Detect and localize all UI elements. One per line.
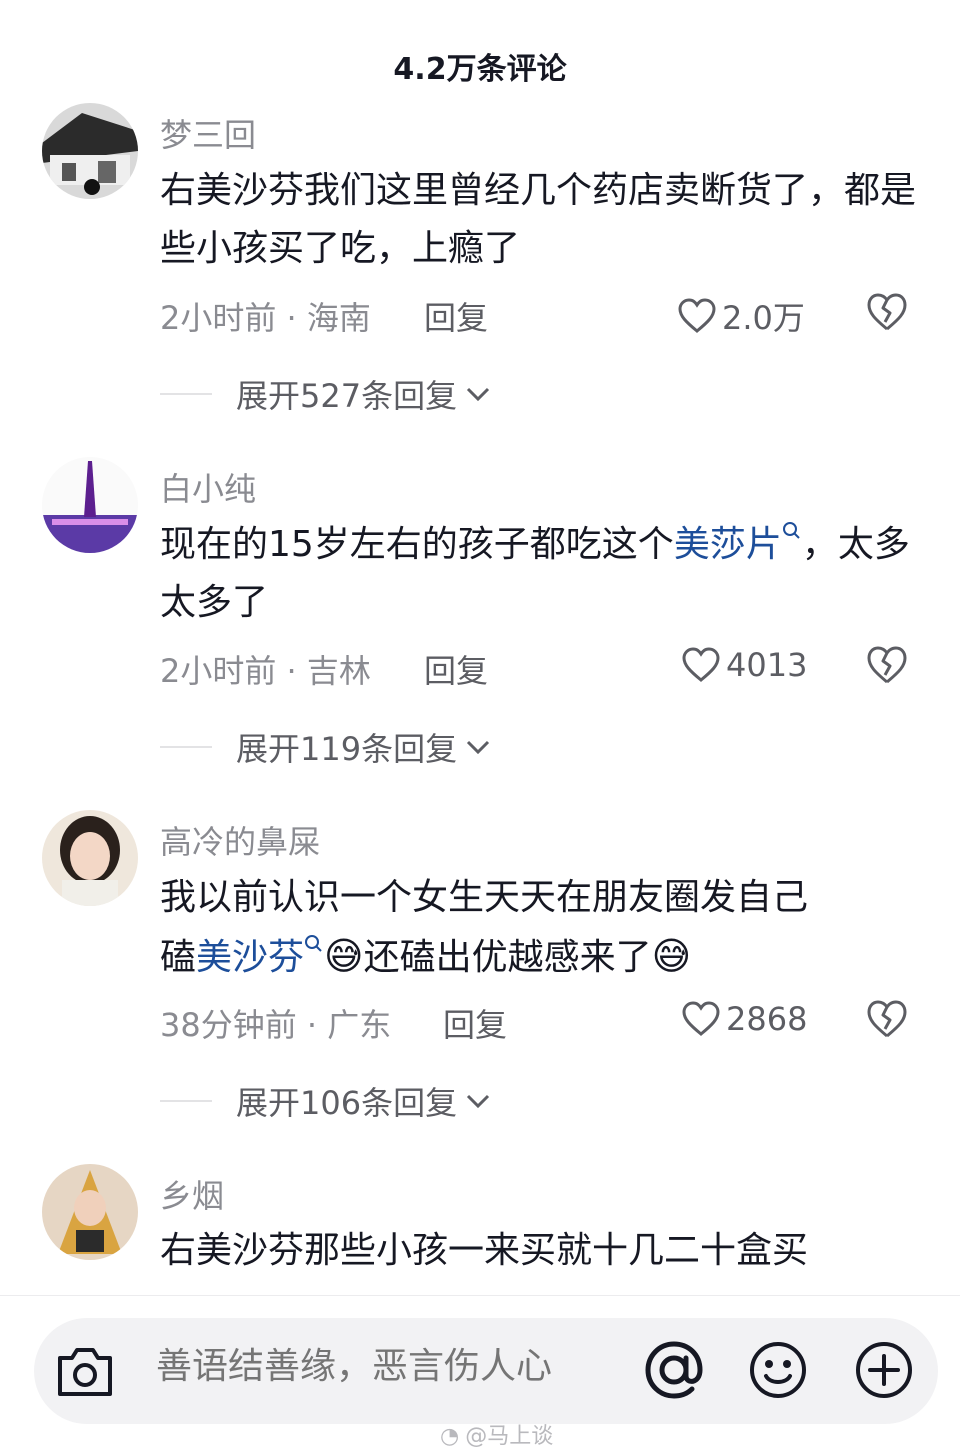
chevron-down-icon bbox=[467, 1094, 490, 1109]
chevron-down-icon bbox=[467, 387, 490, 402]
comment-time-location: 38分钟前 · 广东 bbox=[160, 1006, 392, 1044]
username[interactable]: 乡烟 bbox=[160, 1171, 224, 1217]
like-button[interactable]: 4013 bbox=[682, 646, 807, 684]
comment-text: 我以前认识一个女生天天在朋友圈发自己 bbox=[160, 877, 809, 918]
comment-text: 还磕出优越感来了 bbox=[363, 937, 652, 978]
expand-label: 展开119条回复 bbox=[236, 730, 458, 768]
avatar[interactable] bbox=[42, 457, 138, 553]
username[interactable]: 梦三回 bbox=[160, 110, 256, 156]
broken-heart-icon[interactable] bbox=[866, 645, 908, 685]
comment-input[interactable] bbox=[156, 1346, 616, 1387]
search-keyword-link[interactable]: 美沙芬 bbox=[196, 937, 304, 978]
comment-content: 现在的15岁左右的孩子都吃这个美莎片 ，太多太多了 bbox=[160, 516, 920, 632]
comment-content: 我以前认识一个女生天天在朋友圈发自己 磕美沙芬 😅还磕出优越感来了😅 bbox=[160, 869, 920, 987]
avatar[interactable] bbox=[42, 103, 138, 199]
sweat-smile-emoji: 😅 bbox=[324, 934, 364, 978]
divider-line bbox=[160, 746, 212, 748]
expand-label: 展开106条回复 bbox=[236, 1084, 458, 1122]
expand-replies-button[interactable]: 展开119条回复 bbox=[160, 724, 493, 770]
comment-input-bar bbox=[34, 1318, 938, 1424]
emoji-icon[interactable] bbox=[746, 1338, 810, 1402]
watermark-text: @马上谈 bbox=[465, 1424, 554, 1449]
at-icon[interactable] bbox=[640, 1336, 708, 1404]
reply-button[interactable]: 回复 bbox=[443, 1000, 507, 1046]
watermark: ◔ @马上谈 bbox=[440, 1418, 553, 1450]
sweat-smile-emoji: 😅 bbox=[651, 934, 692, 978]
like-count: 2868 bbox=[726, 1000, 808, 1038]
search-keyword-link[interactable]: 美莎片 bbox=[674, 524, 782, 565]
comment-content: 右美沙芬我们这里曾经几个药店卖断货了，都是些小孩买了吃，上瘾了 bbox=[160, 162, 920, 278]
like-button[interactable]: 2868 bbox=[682, 1000, 807, 1038]
comment-text: 现在的15岁左右的孩子都吃这个 bbox=[160, 524, 674, 565]
heart-icon bbox=[678, 298, 716, 333]
chevron-down-icon bbox=[467, 740, 490, 755]
search-icon[interactable] bbox=[304, 934, 324, 956]
comment-time-location: 2小时前 · 海南 bbox=[160, 299, 371, 337]
expand-label: 展开527条回复 bbox=[236, 377, 458, 415]
reply-button[interactable]: 回复 bbox=[424, 646, 488, 692]
avatar[interactable] bbox=[42, 1164, 138, 1260]
plus-icon[interactable] bbox=[852, 1338, 916, 1402]
comment-text: 右美沙芬我们这里曾经几个药店卖断货了，都是些小孩买了吃，上瘾了 bbox=[160, 170, 917, 269]
divider-line bbox=[160, 1100, 212, 1102]
avatar[interactable] bbox=[42, 810, 138, 906]
expand-replies-button[interactable]: 展开106条回复 bbox=[160, 1078, 493, 1124]
bottom-divider bbox=[0, 1295, 960, 1296]
comment-text: 磕 bbox=[160, 937, 197, 978]
username[interactable]: 高冷的鼻屎 bbox=[160, 817, 320, 863]
heart-icon bbox=[682, 1001, 720, 1036]
like-count: 2.0万 bbox=[722, 299, 805, 337]
like-count: 4013 bbox=[726, 646, 808, 684]
comment-content: 右美沙芬那些小孩一来买就十几二十盒买 bbox=[160, 1230, 809, 1271]
weibo-logo-icon: ◔ bbox=[440, 1424, 460, 1449]
comment-time-location: 2小时前 · 吉林 bbox=[160, 652, 371, 690]
divider-line bbox=[160, 393, 212, 395]
reply-button[interactable]: 回复 bbox=[424, 293, 488, 339]
broken-heart-icon[interactable] bbox=[866, 292, 908, 332]
like-button[interactable]: 2.0万 bbox=[678, 293, 805, 339]
camera-icon[interactable] bbox=[54, 1342, 116, 1400]
heart-icon bbox=[682, 647, 720, 682]
username[interactable]: 白小纯 bbox=[160, 464, 256, 510]
search-icon[interactable] bbox=[782, 521, 802, 543]
comments-header-title: 4.2万条评论 bbox=[393, 52, 567, 87]
broken-heart-icon[interactable] bbox=[866, 999, 908, 1039]
expand-replies-button[interactable]: 展开527条回复 bbox=[160, 371, 493, 417]
